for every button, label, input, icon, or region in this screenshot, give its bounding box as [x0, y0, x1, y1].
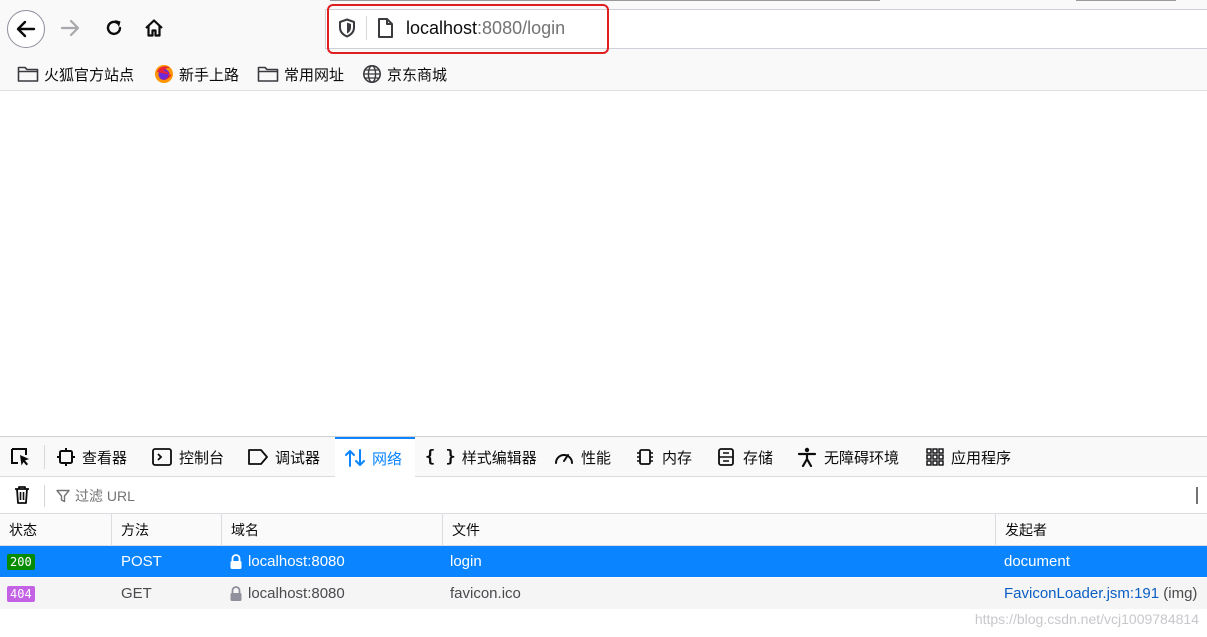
tab-performance[interactable]: 性能: [553, 437, 611, 477]
status-cell: 200: [7, 546, 107, 577]
lock-icon: [230, 585, 242, 601]
bookmarks-bar: 火狐官方站点 新手上路 常用网址 京东商城: [0, 58, 1207, 91]
reload-button[interactable]: [100, 14, 128, 42]
domain-text: localhost:8080: [248, 553, 345, 570]
tab-label: 查看器: [82, 449, 128, 467]
bookmark-item[interactable]: 常用网址: [257, 62, 344, 86]
column-header-domain[interactable]: 域名: [222, 514, 443, 546]
divider: [1076, 0, 1176, 1]
tab-network[interactable]: 网络: [335, 437, 415, 477]
initiator-text[interactable]: document: [1004, 553, 1070, 570]
page-content: [0, 92, 1207, 436]
reload-icon: [106, 20, 122, 36]
arrow-right-icon: [60, 19, 80, 37]
filter-placeholder: 过滤 URL: [75, 487, 135, 504]
firefox-icon: [155, 65, 173, 83]
tab-label: 样式编辑器: [461, 449, 537, 467]
file-cell: login: [450, 553, 482, 570]
debugger-icon: [248, 449, 268, 465]
method-cell: POST: [121, 553, 162, 570]
watermark: https://blog.csdn.net/vcj1009784814: [974, 611, 1199, 627]
tab-label: 无障碍环境: [824, 449, 900, 467]
bookmark-item[interactable]: 京东商城: [362, 62, 447, 86]
console-icon: [152, 448, 172, 466]
tab-label: 网络: [372, 450, 403, 468]
domain-cell: localhost:8080: [229, 546, 439, 577]
bookmark-label: 新手上路: [179, 66, 240, 84]
column-header-status[interactable]: 状态: [0, 514, 112, 546]
divider: [330, 0, 880, 1]
bookmark-item[interactable]: 新手上路: [154, 62, 239, 86]
bookmark-item[interactable]: 火狐官方站点: [17, 62, 134, 86]
column-header-initiator[interactable]: 发起者: [996, 514, 1207, 546]
bookmark-label: 常用网址: [284, 66, 345, 84]
tab-label: 应用程序: [951, 449, 1012, 467]
request-table-header: 状态 方法 域名 文件 发起者: [0, 514, 1207, 546]
divider: [1196, 487, 1198, 504]
bookmark-label: 火狐官方站点: [44, 66, 135, 84]
table-row[interactable]: 404 GET localhost:8080 favicon.ico Favic…: [0, 578, 1207, 609]
performance-icon: [555, 454, 573, 464]
status-badge: 404: [7, 586, 35, 602]
column-header-method[interactable]: 方法: [112, 514, 222, 546]
application-icon: [926, 448, 944, 466]
tab-inspector[interactable]: 查看器: [56, 437, 127, 477]
back-button[interactable]: [7, 10, 45, 48]
style-editor-icon: { }: [425, 447, 456, 467]
url-highlight-box: [327, 4, 609, 54]
divider: [44, 445, 45, 469]
storage-icon: [718, 448, 734, 466]
devtools-panel: 查看器 控制台 调试器 网络 { } 样式编辑器 性能 内存 存储 无障碍环境 …: [0, 436, 1207, 637]
tab-storage[interactable]: 存储: [715, 437, 773, 477]
accessibility-icon: [797, 447, 817, 467]
tab-label: 控制台: [179, 449, 225, 467]
bookmark-label: 京东商城: [387, 66, 448, 84]
filter-icon: [56, 489, 70, 502]
home-button[interactable]: [140, 14, 168, 42]
initiator-cell: FaviconLoader.jsm:191 (img): [1004, 578, 1207, 609]
status-cell: 404: [7, 578, 107, 609]
initiator-cell: document: [1004, 546, 1207, 577]
network-filter-bar: 过滤 URL: [0, 477, 1207, 514]
table-row[interactable]: 200 POST localhost:8080 login document: [0, 546, 1207, 577]
clear-button[interactable]: [12, 485, 32, 508]
tab-debugger[interactable]: 调试器: [247, 437, 320, 477]
folder-icon: [257, 66, 279, 82]
network-icon: [345, 449, 365, 467]
tab-accessibility[interactable]: 无障碍环境: [796, 437, 899, 477]
arrow-left-icon: [16, 20, 36, 38]
method-cell: GET: [121, 585, 152, 602]
tab-memory[interactable]: 内存: [634, 437, 692, 477]
trash-icon: [15, 486, 29, 504]
globe-icon: [363, 65, 381, 83]
element-picker-button[interactable]: [10, 437, 40, 477]
tab-console[interactable]: 控制台: [151, 437, 224, 477]
initiator-link[interactable]: FaviconLoader.jsm:191: [1004, 585, 1159, 602]
picker-icon: [11, 448, 29, 466]
tab-style-editor[interactable]: { } 样式编辑器: [425, 437, 537, 477]
lock-icon: [230, 553, 242, 569]
file-cell: favicon.ico: [450, 585, 521, 602]
tab-label: 内存: [662, 449, 693, 467]
memory-icon: [637, 449, 653, 465]
tab-label: 性能: [581, 449, 612, 467]
domain-cell: localhost:8080: [229, 578, 439, 609]
initiator-extra: (img): [1159, 585, 1198, 602]
folder-icon: [17, 66, 39, 82]
devtools-tabbar: 查看器 控制台 调试器 网络 { } 样式编辑器 性能 内存 存储 无障碍环境 …: [0, 437, 1207, 477]
divider: [44, 485, 45, 507]
tab-label: 存储: [743, 449, 774, 467]
tab-application[interactable]: 应用程序: [925, 437, 1011, 477]
home-icon: [145, 19, 163, 37]
domain-text: localhost:8080: [248, 585, 345, 602]
filter-url-input[interactable]: 过滤 URL: [56, 477, 456, 514]
browser-toolbar: localhost:8080/login: [0, 0, 1207, 58]
column-header-file[interactable]: 文件: [443, 514, 996, 546]
forward-button[interactable]: [56, 14, 84, 42]
inspector-icon: [57, 448, 75, 466]
status-badge: 200: [7, 554, 35, 570]
tab-label: 调试器: [275, 449, 321, 467]
